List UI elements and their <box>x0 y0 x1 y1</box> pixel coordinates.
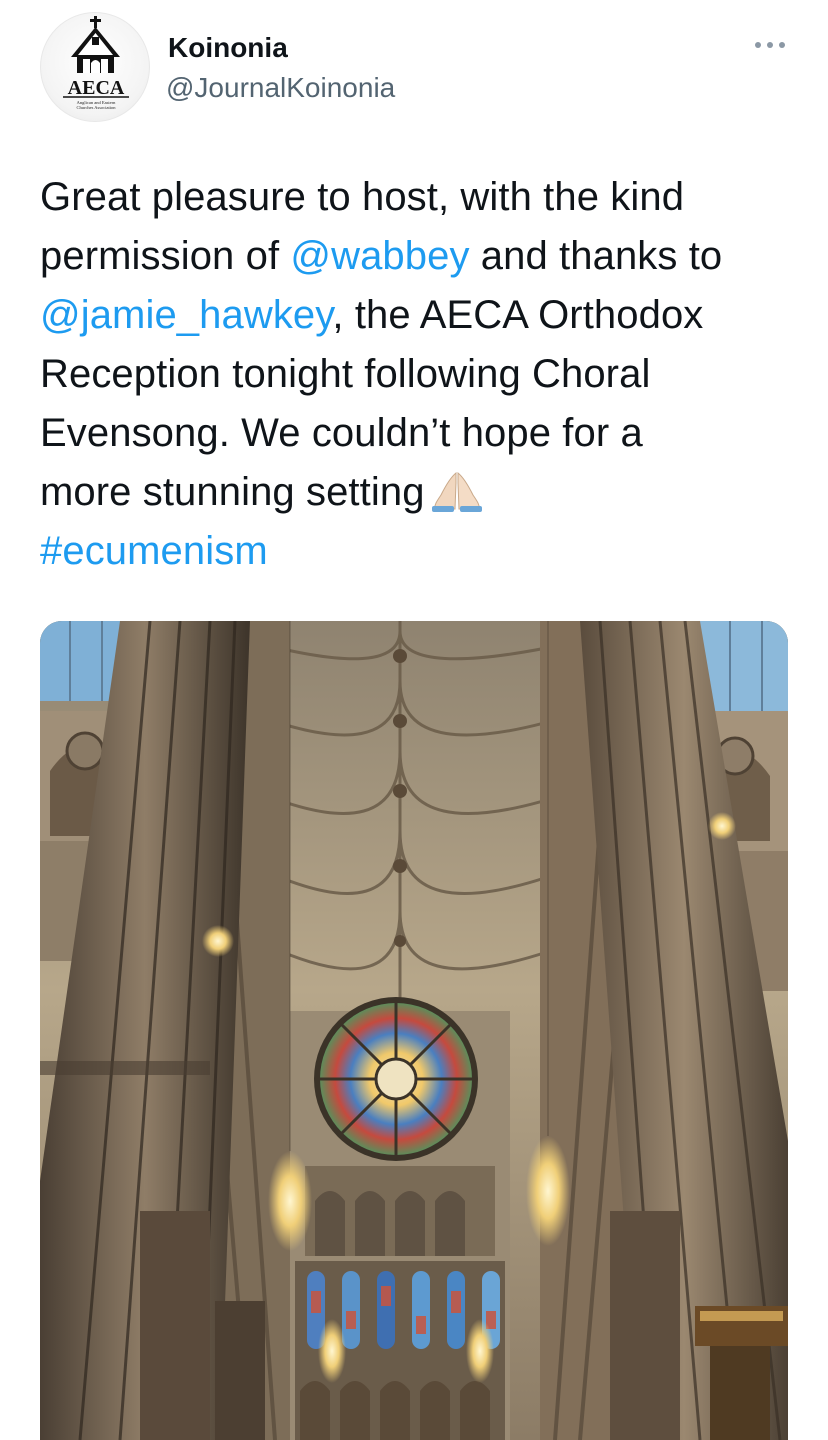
svg-text:Churches Association: Churches Association <box>76 105 116 110</box>
aeca-logo: AECA Anglican and Eastern Churches Assoc… <box>63 16 129 110</box>
tweet: AECA Anglican and Eastern Churches Assoc… <box>0 0 828 1440</box>
tweet-line: Evensong. We couldn’t hope for a <box>40 411 643 455</box>
tweet-line: more stunning setting <box>40 463 800 522</box>
tweet-text-segment: , the AECA Orthodox <box>332 293 704 337</box>
user-handle[interactable]: @JournalKoinonia <box>166 72 395 104</box>
svg-text:AECA: AECA <box>68 77 125 99</box>
cathedral-photo <box>40 621 788 1440</box>
folded-hands-emoji <box>431 471 482 512</box>
more-options-button[interactable] <box>748 30 792 60</box>
display-name[interactable]: Koinonia <box>168 32 288 64</box>
tweet-text-segment: permission of <box>40 234 291 278</box>
tweet-line: permission of @wabbey and thanks to <box>40 227 800 286</box>
tweet-line: Reception tonight following Choral <box>40 352 651 396</box>
tweet-line: Great pleasure to host, with the kind <box>40 175 685 219</box>
tweet-line: #ecumenism <box>40 522 800 581</box>
avatar[interactable]: AECA Anglican and Eastern Churches Assoc… <box>40 12 150 122</box>
tweet-photo[interactable] <box>40 621 788 1440</box>
mention-link-wabbey[interactable]: @wabbey <box>290 234 469 278</box>
mention-link-jamie-hawkey[interactable]: @jamie_hawkey <box>40 293 332 337</box>
more-horizontal-icon <box>755 42 785 48</box>
tweet-text: Great pleasure to host, with the kind pe… <box>40 168 800 581</box>
tweet-text-segment: and thanks to <box>469 234 723 278</box>
tweet-line: @jamie_hawkey, the AECA Orthodox <box>40 286 800 345</box>
tweet-text-segment: more stunning setting <box>40 470 425 514</box>
hashtag-link[interactable]: #ecumenism <box>40 529 268 573</box>
